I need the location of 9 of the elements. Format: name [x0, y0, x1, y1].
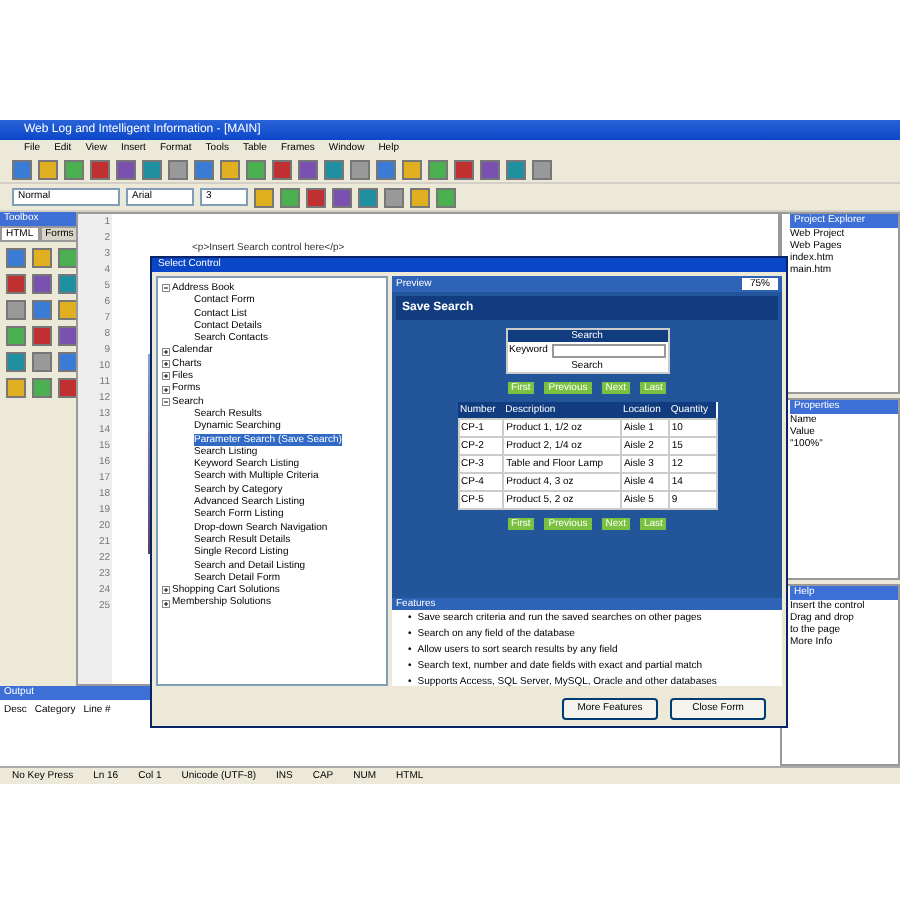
- expand-icon[interactable]: [162, 385, 170, 394]
- input-field[interactable]: [551, 344, 665, 358]
- expand-icon[interactable]: [162, 347, 170, 356]
- expand-icon[interactable]: [162, 359, 170, 368]
- expand-icon[interactable]: [162, 586, 170, 595]
- collapse-icon[interactable]: [162, 284, 170, 293]
- expand-icon[interactable]: [162, 599, 170, 608]
- collapse-icon[interactable]: [162, 397, 170, 406]
- expand-icon[interactable]: [162, 372, 170, 381]
